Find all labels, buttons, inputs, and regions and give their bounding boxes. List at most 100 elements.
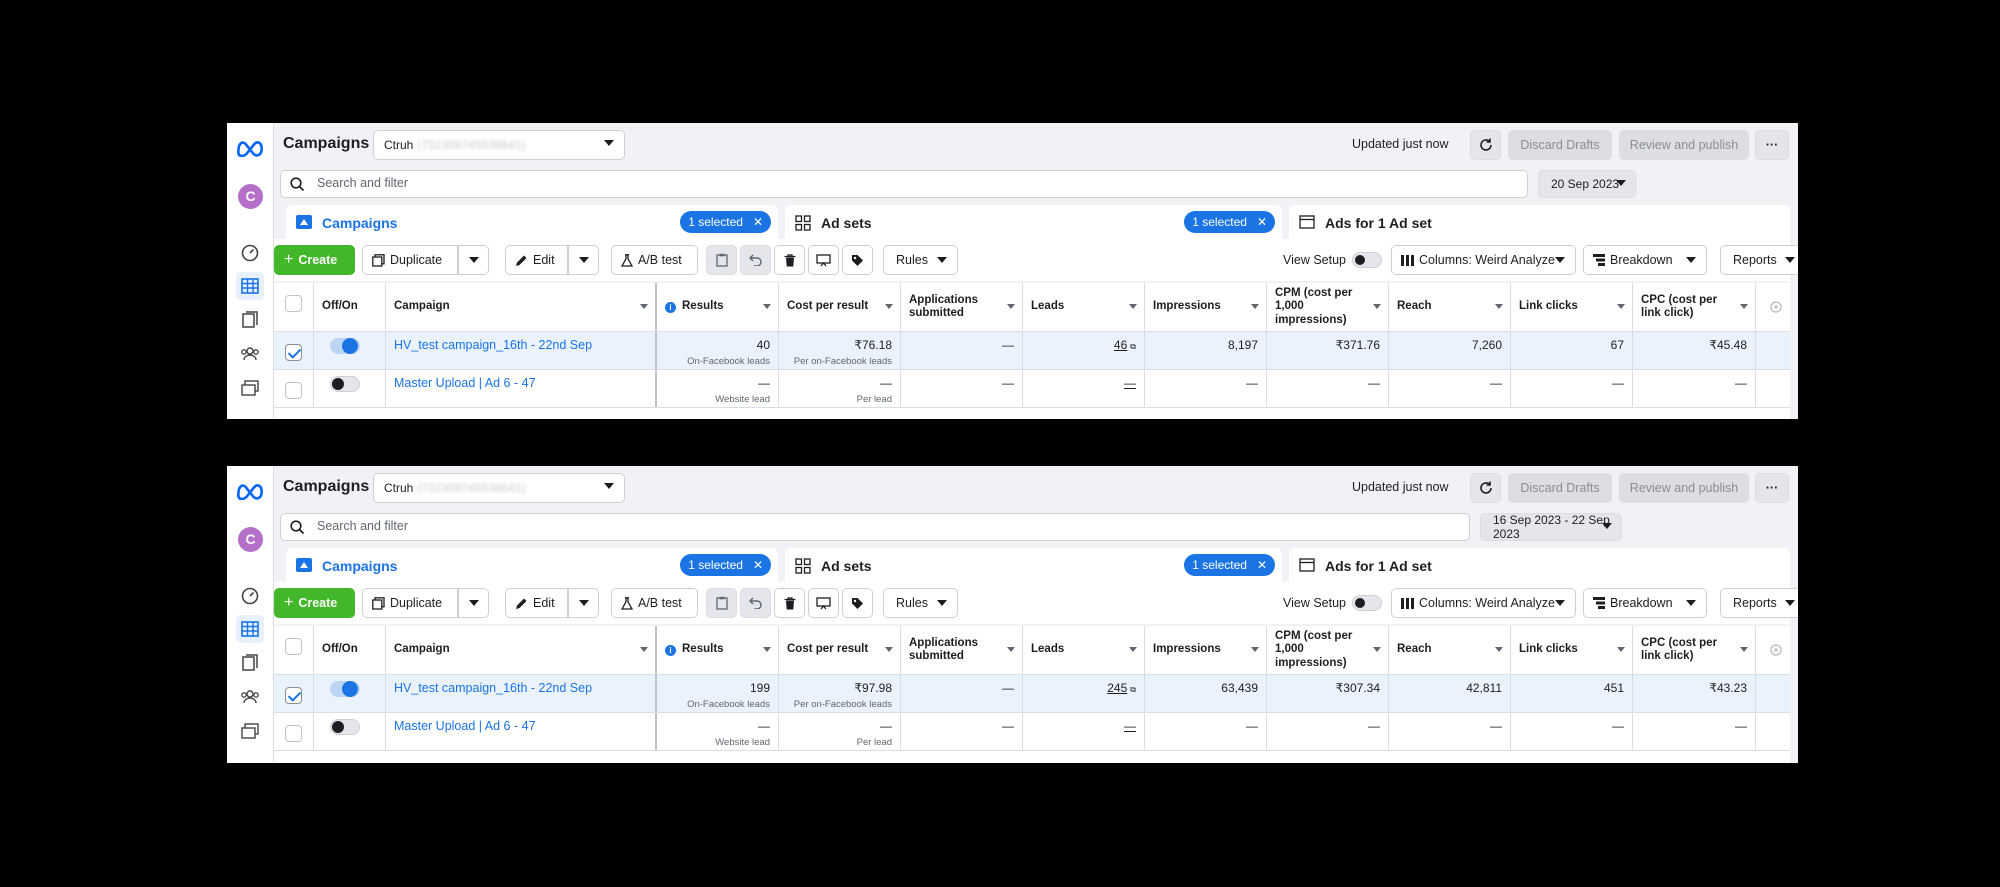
- col-cpc[interactable]: CPC (cost per link click): [1633, 283, 1756, 331]
- view-setup-toggle[interactable]: [1352, 252, 1382, 268]
- tab-ad-sets[interactable]: Ad sets 1 selected ✕: [785, 548, 1282, 582]
- create-button[interactable]: + Create: [274, 245, 355, 275]
- info-icon[interactable]: i: [665, 644, 676, 656]
- rules-button[interactable]: Rules: [883, 245, 958, 275]
- search-bar[interactable]: [280, 170, 1528, 198]
- col-results[interactable]: i Results: [657, 626, 779, 674]
- external-link-icon[interactable]: ⧉: [1130, 685, 1136, 694]
- undo-button[interactable]: [740, 245, 771, 275]
- audience-icon[interactable]: [236, 340, 264, 368]
- campaign-on-off-toggle[interactable]: [330, 376, 360, 392]
- table-row[interactable]: HV_test campaign_16th - 22nd Sep 199 On-F…: [274, 675, 1790, 713]
- search-bar[interactable]: [280, 513, 1470, 541]
- leads-cell[interactable]: 46 ⧉: [1023, 332, 1145, 369]
- undo-button[interactable]: [740, 588, 771, 618]
- adsets-selected-chip[interactable]: 1 selected ✕: [1184, 554, 1275, 576]
- leads-value[interactable]: 46: [1114, 338, 1127, 352]
- dashboard-icon[interactable]: [236, 582, 264, 610]
- leads-cell[interactable]: —: [1023, 713, 1145, 750]
- reports-dropdown[interactable]: Reports: [1720, 245, 1798, 275]
- add-column-icon[interactable]: [1770, 301, 1782, 313]
- duplicate-button[interactable]: Duplicate: [362, 245, 458, 275]
- account-selector[interactable]: Ctruh (732309745536641): [373, 473, 625, 503]
- campaign-name-link[interactable]: HV_test campaign_16th - 22nd Sep: [386, 332, 657, 369]
- col-campaign[interactable]: Campaign: [386, 283, 657, 331]
- edit-button[interactable]: Edit: [505, 245, 568, 275]
- search-input[interactable]: [317, 176, 717, 190]
- tag-button[interactable]: [842, 588, 873, 618]
- col-impressions[interactable]: Impressions: [1145, 283, 1267, 331]
- view-setup-toggle[interactable]: [1352, 595, 1382, 611]
- col-cpm[interactable]: CPM (cost per 1,000 impressions): [1267, 283, 1389, 331]
- more-options-button[interactable]: ···: [1755, 130, 1789, 160]
- col-impressions[interactable]: Impressions: [1145, 626, 1267, 674]
- info-icon[interactable]: i: [665, 301, 676, 313]
- campaign-table-icon[interactable]: [236, 272, 264, 300]
- review-publish-button[interactable]: Review and publish: [1619, 473, 1749, 503]
- leads-value[interactable]: 245: [1107, 681, 1127, 695]
- clipboard-button[interactable]: [706, 588, 737, 618]
- edit-dropdown[interactable]: [568, 245, 599, 275]
- campaign-on-off-toggle[interactable]: [330, 338, 360, 354]
- discard-drafts-button[interactable]: Discard Drafts: [1508, 130, 1612, 160]
- tag-button[interactable]: [842, 245, 873, 275]
- col-off-on[interactable]: Off/On: [314, 626, 386, 674]
- campaign-table-icon[interactable]: [236, 615, 264, 643]
- row-checkbox[interactable]: [285, 687, 302, 704]
- preview-button[interactable]: [808, 588, 839, 618]
- delete-button[interactable]: [774, 588, 805, 618]
- col-leads[interactable]: Leads: [1023, 626, 1145, 674]
- pages-icon[interactable]: [236, 649, 264, 677]
- campaign-name-link[interactable]: Master Upload | Ad 6 - 47: [386, 370, 657, 407]
- col-link-clicks[interactable]: Link clicks: [1511, 283, 1633, 331]
- add-column-icon[interactable]: [1770, 644, 1782, 656]
- refresh-button[interactable]: [1470, 130, 1501, 160]
- account-avatar[interactable]: C: [238, 184, 263, 209]
- breakdown-dropdown[interactable]: Breakdown: [1583, 245, 1707, 275]
- adsets-selected-chip[interactable]: 1 selected ✕: [1184, 211, 1275, 233]
- col-leads[interactable]: Leads: [1023, 283, 1145, 331]
- close-icon[interactable]: ✕: [1257, 558, 1267, 572]
- clipboard-button[interactable]: [706, 245, 737, 275]
- col-off-on[interactable]: Off/On: [314, 283, 386, 331]
- col-reach[interactable]: Reach: [1389, 283, 1511, 331]
- ab-test-button[interactable]: A/B test: [611, 245, 698, 275]
- reports-dropdown[interactable]: Reports: [1720, 588, 1798, 618]
- close-icon[interactable]: ✕: [1257, 215, 1267, 229]
- refresh-button[interactable]: [1470, 473, 1501, 503]
- col-cost-per-result[interactable]: Cost per result: [779, 626, 901, 674]
- campaign-name-link[interactable]: HV_test campaign_16th - 22nd Sep: [386, 675, 657, 712]
- close-icon[interactable]: ✕: [753, 215, 763, 229]
- edit-dropdown[interactable]: [568, 588, 599, 618]
- col-applications-submitted[interactable]: Applications submitted: [901, 283, 1023, 331]
- col-cost-per-result[interactable]: Cost per result: [779, 283, 901, 331]
- campaign-on-off-toggle[interactable]: [330, 719, 360, 735]
- col-campaign[interactable]: Campaign: [386, 626, 657, 674]
- table-row[interactable]: Master Upload | Ad 6 - 47 — Website lead …: [274, 713, 1790, 751]
- account-avatar[interactable]: C: [238, 527, 263, 552]
- preview-button[interactable]: [808, 245, 839, 275]
- duplicate-dropdown[interactable]: [458, 588, 489, 618]
- tab-ads[interactable]: Ads for 1 Ad set: [1289, 548, 1790, 582]
- date-range-picker[interactable]: 16 Sep 2023 - 22 Sep 2023: [1480, 513, 1622, 541]
- tab-ad-sets[interactable]: Ad sets 1 selected ✕: [785, 205, 1282, 239]
- tab-ads[interactable]: Ads for 1 Ad set: [1289, 205, 1790, 239]
- campaign-on-off-toggle[interactable]: [330, 681, 360, 697]
- row-checkbox[interactable]: [285, 725, 302, 742]
- dashboard-icon[interactable]: [236, 239, 264, 267]
- columns-dropdown[interactable]: Columns: Weird Analyze: [1391, 588, 1576, 618]
- col-cpc[interactable]: CPC (cost per link click): [1633, 626, 1756, 674]
- ad-library-icon[interactable]: [236, 374, 264, 402]
- col-applications-submitted[interactable]: Applications submitted: [901, 626, 1023, 674]
- ad-library-icon[interactable]: [236, 717, 264, 745]
- review-publish-button[interactable]: Review and publish: [1619, 130, 1749, 160]
- breakdown-dropdown[interactable]: Breakdown: [1583, 588, 1707, 618]
- create-button[interactable]: + Create: [274, 588, 355, 618]
- select-all-checkbox[interactable]: [285, 295, 302, 312]
- col-cpm[interactable]: CPM (cost per 1,000 impressions): [1267, 626, 1389, 674]
- duplicate-button[interactable]: Duplicate: [362, 588, 458, 618]
- table-row[interactable]: HV_test campaign_16th - 22nd Sep 40 On-Fa…: [274, 332, 1790, 370]
- columns-dropdown[interactable]: Columns: Weird Analyze: [1391, 245, 1576, 275]
- search-input[interactable]: [317, 519, 717, 533]
- campaign-name-link[interactable]: Master Upload | Ad 6 - 47: [386, 713, 657, 750]
